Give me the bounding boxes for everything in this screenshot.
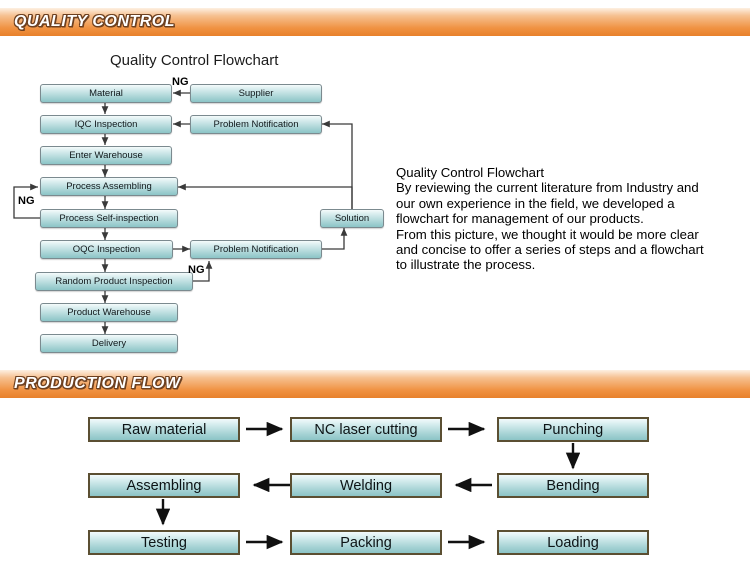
- flow-node-label: Material: [89, 88, 123, 99]
- flow-node-label: Process Self-inspection: [59, 213, 159, 224]
- production-node-label: Assembling: [126, 477, 202, 494]
- production-node-raw-material[interactable]: Raw material: [88, 417, 240, 442]
- production-node-punching[interactable]: Punching: [497, 417, 649, 442]
- production-node-bending[interactable]: Bending: [497, 473, 649, 498]
- production-node-packing[interactable]: Packing: [290, 530, 442, 555]
- page-root: QUALITY CONTROL Quality Control Flowchar…: [0, 0, 750, 568]
- flow-node-label: OQC Inspection: [72, 244, 141, 255]
- production-node-label: Welding: [339, 477, 393, 494]
- flow-node-label: Product Warehouse: [67, 307, 151, 318]
- ng-label-random-inspection: NG: [188, 264, 205, 276]
- production-node-assembling[interactable]: Assembling: [88, 473, 240, 498]
- production-node-testing[interactable]: Testing: [88, 530, 240, 555]
- flow-node-iqc-inspection[interactable]: IQC Inspection: [40, 115, 172, 134]
- flow-node-process-assembling[interactable]: Process Assembling: [40, 177, 178, 196]
- production-node-label: Packing: [340, 534, 392, 551]
- flow-node-label: Random Product Inspection: [55, 276, 173, 287]
- flow-node-label: Problem Notification: [213, 119, 299, 130]
- production-node-nc-laser-cutting[interactable]: NC laser cutting: [290, 417, 442, 442]
- flow-node-enter-warehouse[interactable]: Enter Warehouse: [40, 146, 172, 165]
- flow-node-label: Solution: [334, 213, 370, 224]
- quality-control-banner-title: QUALITY CONTROL: [14, 13, 175, 30]
- flow-node-problem-notification-1[interactable]: Problem Notification: [190, 115, 322, 134]
- flow-node-oqc-inspection[interactable]: OQC Inspection: [40, 240, 173, 259]
- flow-node-supplier[interactable]: Supplier: [190, 84, 322, 103]
- production-node-welding[interactable]: Welding: [290, 473, 442, 498]
- flowchart-title: Quality Control Flowchart: [110, 52, 279, 69]
- flow-node-label: Enter Warehouse: [69, 150, 143, 161]
- production-node-label: Raw material: [121, 421, 207, 438]
- production-node-label: Punching: [542, 421, 604, 438]
- quality-control-banner: QUALITY CONTROL: [0, 8, 750, 36]
- production-node-label: Loading: [547, 534, 599, 551]
- flow-node-delivery[interactable]: Delivery: [40, 334, 178, 353]
- flowchart-description: Quality Control Flowchart By reviewing t…: [396, 165, 704, 273]
- ng-label-supplier: NG: [172, 76, 189, 88]
- flow-node-label: Supplier: [238, 88, 274, 99]
- flow-node-solution[interactable]: Solution: [320, 209, 384, 228]
- production-flow-banner-title: PRODUCTION FLOW: [14, 375, 181, 392]
- flow-node-product-warehouse[interactable]: Product Warehouse: [40, 303, 178, 322]
- flow-node-label: IQC Inspection: [74, 119, 138, 130]
- flow-node-label: Process Assembling: [66, 181, 152, 192]
- production-node-label: Bending: [546, 477, 600, 494]
- flow-node-problem-notification-2[interactable]: Problem Notification: [190, 240, 322, 259]
- production-flow-banner: PRODUCTION FLOW: [0, 370, 750, 398]
- production-node-label: NC laser cutting: [314, 421, 418, 438]
- flow-node-material[interactable]: Material: [40, 84, 172, 103]
- flow-node-label: Problem Notification: [213, 244, 299, 255]
- flow-node-random-product-inspection[interactable]: Random Product Inspection: [35, 272, 193, 291]
- production-node-label: Testing: [141, 534, 187, 551]
- ng-label-process-loop: NG: [18, 195, 35, 207]
- flow-node-process-self-inspection[interactable]: Process Self-inspection: [40, 209, 178, 228]
- flow-node-label: Delivery: [91, 338, 127, 349]
- production-node-loading[interactable]: Loading: [497, 530, 649, 555]
